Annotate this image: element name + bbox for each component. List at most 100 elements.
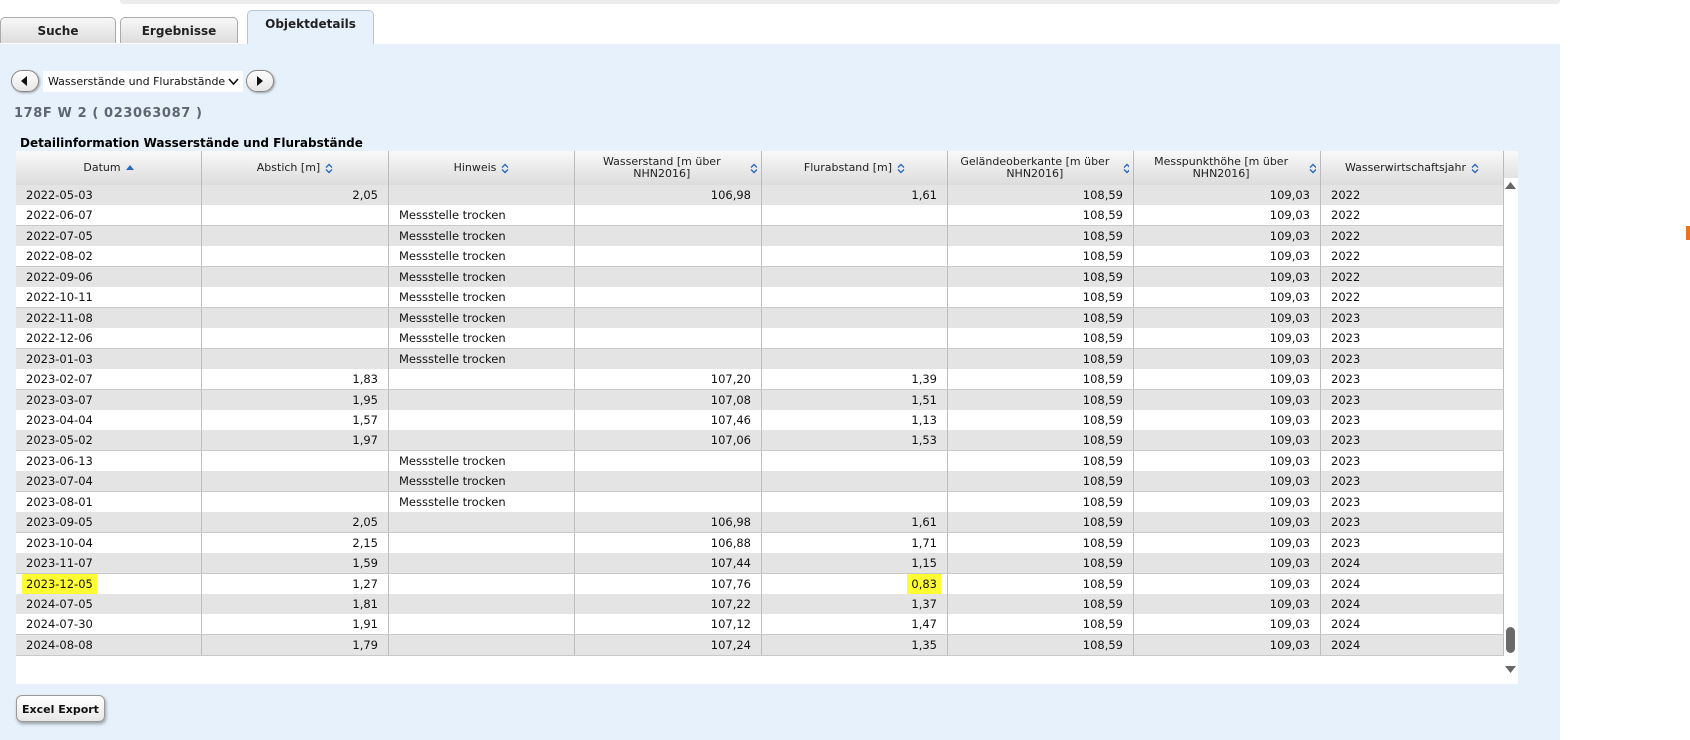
cell-flurabstand: 1,39 bbox=[762, 369, 948, 390]
column-header-label: Flurabstand [m] bbox=[803, 161, 893, 174]
table-row[interactable]: 2022-10-11 Messstelle trocken 108,59 109,03… bbox=[16, 287, 1518, 309]
column-header-messpunkthoehe[interactable]: Messpunkthöhe [m über NHN2016] bbox=[1134, 151, 1321, 185]
column-header-label: Messpunkthöhe [m über NHN2016] bbox=[1154, 155, 1289, 180]
cell-datum: 2022-10-11 bbox=[16, 287, 202, 308]
cell-hinweis bbox=[389, 369, 575, 390]
cell-flurabstand: 1,53 bbox=[762, 430, 948, 451]
sort-both-icon[interactable] bbox=[325, 163, 333, 174]
cell-datum: 2023-01-03 bbox=[16, 348, 202, 369]
view-select[interactable]: Wasserstände und Flurabstände bbox=[43, 71, 243, 92]
cell-wasserwirtschaftsjahr: 2023 bbox=[1321, 307, 1504, 328]
table-row[interactable]: 2022-08-02 Messstelle trocken 108,59 109,03… bbox=[16, 246, 1518, 268]
table-row[interactable]: 2024-08-08 1,79 107,24 1,35 108,59 109,03 2024 bbox=[16, 634, 1518, 656]
column-header-flurabstand[interactable]: Flurabstand [m] bbox=[762, 151, 948, 185]
cell-wasserwirtschaftsjahr: 2023 bbox=[1321, 409, 1504, 430]
excel-export-button[interactable]: Excel Export bbox=[16, 695, 105, 722]
cell-wasserstand bbox=[575, 205, 762, 226]
sort-both-icon[interactable] bbox=[750, 163, 757, 174]
column-header-abstich[interactable]: Abstich [m] bbox=[202, 151, 389, 185]
sort-both-icon[interactable] bbox=[897, 163, 905, 174]
cell-gelaendeoberkante: 108,59 bbox=[948, 246, 1134, 267]
cell-flurabstand bbox=[762, 266, 948, 287]
sort-both-icon[interactable] bbox=[501, 163, 509, 174]
sort-both-icon[interactable] bbox=[1123, 163, 1129, 174]
cell-flurabstand: 1,61 bbox=[762, 512, 948, 533]
next-button[interactable] bbox=[246, 70, 274, 92]
cell-wasserwirtschaftsjahr: 2023 bbox=[1321, 471, 1504, 492]
top-strip-bar bbox=[120, 0, 1560, 4]
column-header-hinweis[interactable]: Hinweis bbox=[389, 151, 575, 185]
cell-gelaendeoberkante: 108,59 bbox=[948, 389, 1134, 410]
table-row[interactable]: 2024-07-05 1,81 107,22 1,37 108,59 109,03 2024 bbox=[16, 594, 1518, 615]
table-body: 2022-05-03 2,05 106,98 1,61 108,59 109,03 2022… bbox=[16, 185, 1518, 684]
cell-gelaendeoberkante: 108,59 bbox=[948, 266, 1134, 287]
cell-wasserstand bbox=[575, 225, 762, 246]
cell-abstich bbox=[202, 225, 389, 246]
table-row[interactable]: 2023-07-04 Messstelle trocken 108,59 109,03… bbox=[16, 471, 1518, 493]
cell-messpunkthoehe: 109,03 bbox=[1134, 225, 1321, 246]
cell-gelaendeoberkante: 108,59 bbox=[948, 205, 1134, 226]
table-row[interactable]: 2022-06-07 Messstelle trocken 108,59 109,03… bbox=[16, 205, 1518, 227]
table-row[interactable]: 2023-04-04 1,57 107,46 1,13 108,59 109,03 2023 bbox=[16, 409, 1518, 431]
tab-suche[interactable]: Suche bbox=[0, 17, 116, 43]
cell-hinweis: Messstelle trocken bbox=[389, 307, 575, 328]
table-row[interactable]: 2023-03-07 1,95 107,08 1,51 108,59 109,03 2023 bbox=[16, 389, 1518, 411]
table-row[interactable]: 2023-08-01 Messstelle trocken 108,59 109,03… bbox=[16, 491, 1518, 513]
cell-wasserwirtschaftsjahr: 2022 bbox=[1321, 266, 1504, 287]
cell-messpunkthoehe: 109,03 bbox=[1134, 430, 1321, 451]
cell-wasserstand: 107,44 bbox=[575, 553, 762, 574]
cell-hinweis bbox=[389, 185, 575, 205]
table-header: Datum Abstich [m] Hinweis Wasserstand [m üb… bbox=[16, 151, 1518, 186]
column-header-wasserwirtschaftsjahr[interactable]: Wasserwirtschaftsjahr bbox=[1321, 151, 1504, 185]
cell-abstich: 1,27 bbox=[202, 573, 389, 594]
cell-datum: 2022-06-07 bbox=[16, 205, 202, 226]
sort-ascending-icon[interactable] bbox=[125, 163, 134, 174]
cell-hinweis: Messstelle trocken bbox=[389, 287, 575, 308]
table-row[interactable]: 2022-09-06 Messstelle trocken 108,59 109,03… bbox=[16, 266, 1518, 288]
scrollbar-thumb[interactable] bbox=[1506, 627, 1515, 653]
table-row[interactable]: 2023-06-13 Messstelle trocken 108,59 109,03… bbox=[16, 450, 1518, 472]
table-row[interactable]: 2023-02-07 1,83 107,20 1,39 108,59 109,03 2023 bbox=[16, 369, 1518, 391]
table-row[interactable]: 2022-07-05 Messstelle trocken 108,59 109,03… bbox=[16, 225, 1518, 247]
cell-messpunkthoehe: 109,03 bbox=[1134, 532, 1321, 553]
cell-abstich: 1,97 bbox=[202, 430, 389, 451]
table-row[interactable]: 2022-05-03 2,05 106,98 1,61 108,59 109,03 2022 bbox=[16, 185, 1518, 206]
arrow-right-icon bbox=[257, 76, 263, 86]
cell-wasserwirtschaftsjahr: 2022 bbox=[1321, 225, 1504, 246]
cell-flurabstand bbox=[762, 287, 948, 308]
cell-gelaendeoberkante: 108,59 bbox=[948, 450, 1134, 471]
table-row[interactable]: 2023-12-05 1,27 107,76 0,83 108,59 109,03 2024 bbox=[16, 573, 1518, 595]
column-header-datum[interactable]: Datum bbox=[16, 151, 202, 185]
table-row[interactable]: 2023-10-04 2,15 106,88 1,71 108,59 109,03 2023 bbox=[16, 532, 1518, 554]
cell-wasserwirtschaftsjahr: 2023 bbox=[1321, 348, 1504, 369]
column-header-gelaendeoberkante[interactable]: Geländeoberkante [m über NHN2016] bbox=[948, 151, 1134, 185]
table-scrollbar[interactable] bbox=[1504, 178, 1518, 677]
table-row[interactable]: 2022-11-08 Messstelle trocken 108,59 109,03… bbox=[16, 307, 1518, 329]
cell-flurabstand: 1,13 bbox=[762, 409, 948, 430]
scroll-down-icon[interactable] bbox=[1505, 665, 1516, 674]
table-row[interactable]: 2023-11-07 1,59 107,44 1,15 108,59 109,03 2024 bbox=[16, 553, 1518, 575]
column-header-wasserstand[interactable]: Wasserstand [m über NHN2016] bbox=[575, 151, 762, 185]
cell-abstich bbox=[202, 266, 389, 287]
cell-wasserstand: 107,46 bbox=[575, 409, 762, 430]
cell-wasserwirtschaftsjahr: 2024 bbox=[1321, 594, 1504, 614]
prev-button[interactable] bbox=[11, 70, 39, 92]
view-select-value: Wasserstände und Flurabstände bbox=[48, 75, 226, 88]
cell-hinweis bbox=[389, 389, 575, 410]
table-row[interactable]: 2023-05-02 1,97 107,06 1,53 108,59 109,03 2023 bbox=[16, 430, 1518, 452]
column-header-label: Hinweis bbox=[453, 161, 497, 174]
table-row[interactable]: 2023-09-05 2,05 106,98 1,61 108,59 109,03 2023 bbox=[16, 512, 1518, 534]
tab-ergebnisse[interactable]: Ergebnisse bbox=[120, 17, 238, 43]
sort-both-icon[interactable] bbox=[1309, 163, 1316, 174]
cell-messpunkthoehe: 109,03 bbox=[1134, 185, 1321, 205]
cell-datum: 2022-08-02 bbox=[16, 246, 202, 267]
scroll-up-icon[interactable] bbox=[1505, 181, 1516, 190]
table-row[interactable]: 2022-12-06 Messstelle trocken 108,59 109,03… bbox=[16, 328, 1518, 350]
table-row[interactable]: 2023-01-03 Messstelle trocken 108,59 109,03… bbox=[16, 348, 1518, 370]
sort-both-icon[interactable] bbox=[1471, 163, 1479, 174]
table-row[interactable]: 2024-07-30 1,91 107,12 1,47 108,59 109,03 2024 bbox=[16, 614, 1518, 636]
object-id: 178F W 2 ( 023063087 ) bbox=[14, 106, 203, 121]
tab-objektdetails[interactable]: Objektdetails bbox=[247, 10, 374, 45]
cell-abstich bbox=[202, 471, 389, 492]
cell-gelaendeoberkante: 108,59 bbox=[948, 491, 1134, 512]
